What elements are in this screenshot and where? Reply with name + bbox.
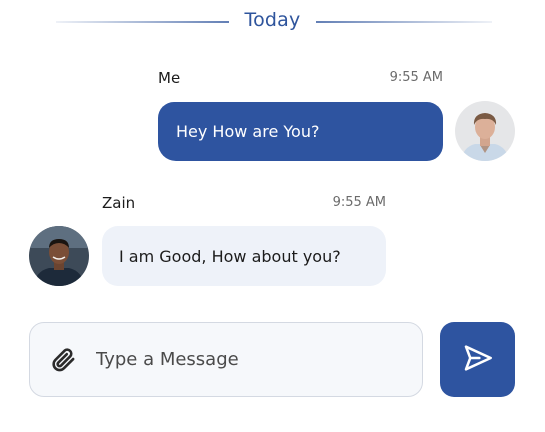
date-divider-line-right — [316, 21, 492, 23]
date-divider-line-left — [56, 21, 229, 23]
message-bubble[interactable]: I am Good, How about you? — [102, 226, 386, 286]
paperclip-icon[interactable] — [50, 347, 76, 373]
message-bubble[interactable]: Hey How are You? — [158, 102, 443, 161]
user-photo-me — [455, 101, 515, 161]
message-sender-name: Zain — [102, 194, 136, 212]
message-sender-name: Me — [158, 69, 181, 87]
message-composer — [29, 322, 423, 397]
message-text: I am Good, How about you? — [119, 246, 341, 266]
message-timestamp: 9:55 AM — [389, 70, 443, 85]
message-input[interactable] — [96, 343, 406, 375]
user-photo-zain — [29, 226, 89, 286]
avatar-me[interactable] — [455, 101, 515, 161]
send-button[interactable] — [440, 322, 515, 397]
message-timestamp: 9:55 AM — [332, 195, 386, 210]
avatar-zain[interactable] — [29, 226, 89, 286]
send-icon — [462, 342, 494, 377]
date-divider-label: Today — [244, 9, 301, 31]
chat-window: Today Me 9:55 AM Hey How are You? Zain 9… — [0, 0, 545, 432]
message-text: Hey How are You? — [176, 122, 320, 141]
